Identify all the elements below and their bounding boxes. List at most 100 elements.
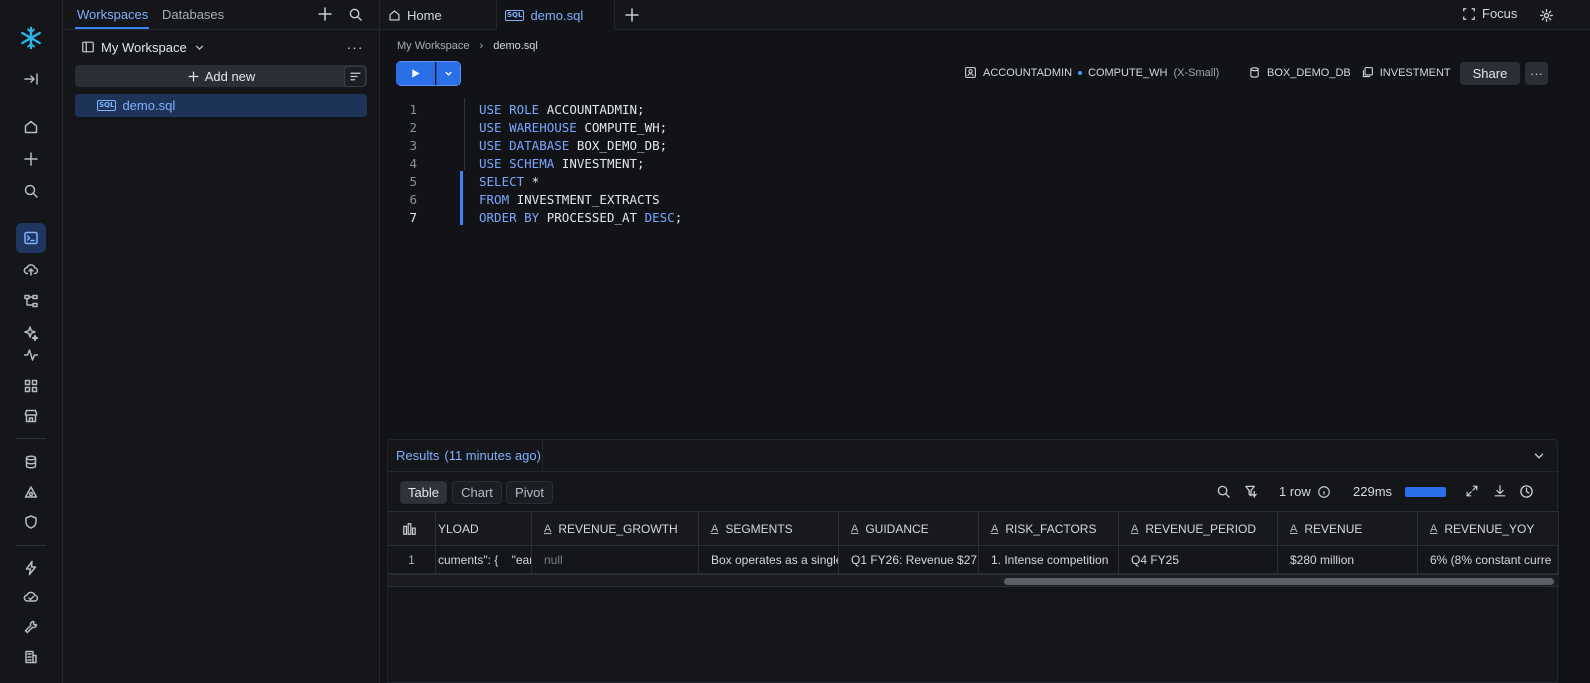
horizontal-scrollbar[interactable] (388, 574, 1559, 587)
column-header[interactable]: A GUIDANCE (839, 511, 979, 546)
warehouse-size: (X-Small) (1173, 66, 1220, 79)
row-count-text: 1 row (1279, 484, 1311, 499)
table-cell[interactable]: cuments": { "earn (436, 546, 532, 574)
sort-icon[interactable] (344, 66, 366, 87)
table-cell[interactable]: Q4 FY25 (1119, 546, 1278, 574)
column-header[interactable]: YLOAD (436, 511, 532, 546)
file-item-demo-sql[interactable]: SQL demo.sql (75, 94, 367, 117)
column-header-label: REVENUE (1304, 521, 1363, 536)
text-type-icon: A (544, 522, 552, 535)
more-options-icon[interactable]: ··· (346, 38, 364, 56)
expand-icon[interactable] (1465, 484, 1479, 501)
code-text: BOX_DEMO_DB; (569, 137, 668, 153)
line-number: 7 (409, 209, 417, 225)
column-filter-icon[interactable] (1244, 484, 1259, 502)
data-upload-icon[interactable] (16, 254, 46, 284)
info-icon[interactable] (1317, 485, 1331, 499)
editor-tab-bar: Home SQL demo.sql Focus (380, 0, 1590, 30)
code-line: 2 USE WAREHOUSE COMPUTE_WH; (380, 118, 1180, 136)
scrollbar-thumb[interactable] (1004, 578, 1554, 585)
view-chart-button[interactable]: Chart (452, 481, 502, 504)
view-pivot-button[interactable]: Pivot (506, 481, 553, 504)
column-header[interactable]: A REVENUE_YOY (1418, 511, 1559, 546)
focus-button[interactable]: Focus (1462, 6, 1517, 21)
column-header[interactable]: A REVENUE (1278, 511, 1418, 546)
column-stats-icon[interactable] (388, 511, 436, 546)
sidebar-panel-icon (81, 40, 95, 54)
column-header[interactable]: A REVENUE_PERIOD (1119, 511, 1278, 546)
create-icon[interactable] (16, 144, 46, 174)
tab-workspaces[interactable]: Workspaces (77, 7, 148, 22)
sql-editor[interactable]: 1 USE ROLE ACCOUNTADMIN; 2 USE WAREHOUSE… (380, 98, 1590, 428)
download-icon[interactable] (1493, 484, 1507, 501)
code-text: INVESTMENT; (554, 155, 645, 171)
plus-icon (187, 70, 200, 83)
column-header[interactable]: A SEGMENTS (699, 511, 839, 546)
search-icon[interactable] (16, 176, 46, 206)
expand-panel-icon[interactable] (16, 64, 46, 94)
lightning-icon[interactable] (16, 553, 46, 583)
results-panel: Results (11 minutes ago) Table Chart Piv… (387, 439, 1559, 683)
code-keyword: DESC (644, 209, 675, 225)
run-button[interactable] (396, 62, 435, 85)
code-line: 1 USE ROLE ACCOUNTADMIN; (380, 100, 1180, 118)
column-header[interactable]: A REVENUE_GROWTH (532, 511, 699, 546)
breadcrumb-workspace[interactable]: My Workspace (397, 40, 470, 52)
database-icon[interactable] (16, 447, 46, 477)
code-text: COMPUTE_WH; (576, 119, 668, 135)
column-header[interactable]: A RISK_FACTORS (979, 511, 1119, 546)
workspace-selector[interactable]: My Workspace (81, 38, 206, 56)
code-keyword: FROM (479, 191, 510, 207)
focus-label: Focus (1482, 6, 1518, 21)
code-text: ; (674, 209, 683, 225)
snowflake-logo-icon[interactable] (16, 23, 46, 53)
activity-monitor-icon[interactable] (16, 340, 46, 370)
table-cell[interactable]: Q1 FY26: Revenue $27 (839, 546, 979, 574)
column-header-label: YLOAD (438, 521, 479, 536)
cluster-icon[interactable] (16, 478, 46, 508)
apps-grid-icon[interactable] (16, 371, 46, 401)
settings-gear-icon[interactable] (1536, 5, 1556, 25)
marketplace-icon[interactable] (16, 401, 46, 431)
new-tab-icon[interactable] (622, 5, 642, 25)
projects-worksheet-icon[interactable] (16, 223, 46, 253)
code-keyword: USE WAREHOUSE (479, 119, 577, 135)
role-warehouse-selector[interactable]: ACCOUNTADMIN COMPUTE_WH (X-Small) (964, 66, 1219, 79)
add-new-label: Add new (204, 68, 256, 84)
add-workspace-icon[interactable] (316, 5, 334, 23)
main-area: Home SQL demo.sql Focus My Workspace › d… (380, 0, 1590, 683)
warehouse-status-dot (1078, 70, 1083, 75)
organization-building-icon[interactable] (16, 642, 46, 672)
home-icon[interactable] (16, 112, 46, 142)
table-cell[interactable]: null (532, 546, 699, 574)
code-text: INVESTMENT_EXTRACTS (509, 191, 660, 207)
code-keyword: ORDER BY (479, 209, 540, 225)
query-history-icon[interactable] (1519, 484, 1534, 502)
share-button[interactable]: Share (1460, 62, 1520, 85)
more-options-icon[interactable]: ··· (1525, 62, 1548, 85)
column-header-label: RISK_FACTORS (1005, 521, 1097, 536)
breadcrumb-file: demo.sql (493, 40, 538, 52)
view-table-button[interactable]: Table (400, 481, 447, 504)
tab-home[interactable]: Home (380, 0, 497, 30)
tab-label: demo.sql (530, 7, 584, 23)
cloud-check-icon[interactable] (16, 582, 46, 612)
table-cell[interactable]: Box operates as a single (699, 546, 839, 574)
admin-wrench-icon[interactable] (16, 612, 46, 642)
line-number: 3 (409, 137, 417, 153)
collapse-chevron-icon[interactable] (1531, 448, 1547, 464)
tab-databases[interactable]: Databases (162, 7, 224, 22)
search-icon[interactable] (346, 5, 364, 23)
tab-demo-sql[interactable]: SQL demo.sql (497, 0, 615, 30)
results-age: (11 minutes ago) (444, 448, 541, 463)
data-lineage-icon[interactable] (16, 286, 46, 316)
table-cell[interactable]: 6% (8% constant curre (1418, 546, 1559, 574)
database-schema-selector[interactable]: BOX_DEMO_DB INVESTMENT (1248, 66, 1451, 79)
code-keyword: SELECT (479, 173, 525, 189)
run-options-dropdown[interactable] (436, 62, 460, 85)
table-cell[interactable]: 1. Intense competition (979, 546, 1119, 574)
table-cell[interactable]: $280 million (1278, 546, 1418, 574)
search-icon[interactable] (1216, 484, 1231, 502)
add-new-button[interactable]: Add new (75, 65, 367, 87)
governance-shield-icon[interactable] (16, 507, 46, 537)
